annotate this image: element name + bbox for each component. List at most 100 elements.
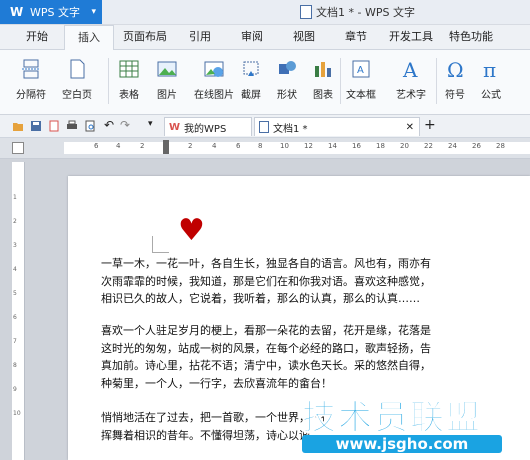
watermark: 技术员联盟 www.jsgho.com bbox=[302, 390, 514, 456]
svg-text:A: A bbox=[402, 58, 418, 80]
window-title-text: 文档1 * - WPS 文字 bbox=[316, 6, 415, 19]
ruler-tick: 2 bbox=[140, 142, 145, 150]
watermark-title: 技术员联盟 bbox=[302, 398, 482, 439]
page-break-label: 分隔符 bbox=[16, 90, 46, 101]
indent-marker[interactable] bbox=[163, 140, 169, 154]
print-icon[interactable] bbox=[66, 120, 78, 132]
new-tab-icon[interactable]: + bbox=[424, 117, 436, 133]
menu-tab-view[interactable]: 视图 bbox=[288, 25, 320, 49]
blank-page-label: 空白页 bbox=[62, 90, 92, 101]
document-icon bbox=[259, 121, 269, 133]
screenshot-icon bbox=[243, 61, 259, 76]
ruler-tick: 2 bbox=[188, 142, 193, 150]
wordart-label: 艺术字 bbox=[396, 90, 426, 101]
shapes-icon bbox=[279, 61, 296, 74]
vruler-tick: 2 bbox=[13, 218, 17, 225]
picture-label: 图片 bbox=[157, 90, 177, 101]
menu-tab-review[interactable]: 审阅 bbox=[236, 25, 268, 49]
screenshot-label: 截屏 bbox=[241, 90, 261, 101]
menu-tab-page-layout[interactable]: 页面布局 bbox=[120, 25, 170, 49]
symbol-button[interactable]: Ω 符号 bbox=[444, 50, 466, 114]
online-picture-label: 在线图片 bbox=[194, 90, 234, 101]
table-button[interactable]: 表格 bbox=[118, 50, 140, 114]
vertical-ruler[interactable]: 1 2 3 4 5 6 7 8 9 10 bbox=[12, 162, 25, 460]
vruler-tick: 7 bbox=[13, 338, 17, 345]
tab-label: 文档1 * bbox=[273, 123, 308, 135]
heart-icon[interactable]: ♥ bbox=[178, 216, 205, 246]
tab-stop-selector[interactable] bbox=[12, 142, 24, 154]
customize-arrow-icon[interactable]: ▾ bbox=[148, 119, 160, 131]
ribbon-divider bbox=[436, 58, 437, 104]
ribbon-divider bbox=[108, 58, 109, 104]
redo-icon[interactable]: ↷ bbox=[120, 118, 132, 132]
open-folder-icon[interactable] bbox=[12, 120, 24, 132]
shapes-button[interactable]: 形状 bbox=[276, 50, 298, 114]
close-icon[interactable]: ✕ bbox=[406, 122, 414, 133]
blank-page-icon bbox=[70, 59, 85, 79]
online-picture-button[interactable]: 在线图片 bbox=[194, 50, 234, 114]
menu-tab-references[interactable]: 引用 bbox=[184, 25, 216, 49]
tab-label: 我的WPS bbox=[184, 123, 227, 135]
text-line: 这时光的匆匆，站成一树的风景，在每个必经的路口，歌声轻扬，告 bbox=[101, 341, 431, 355]
wordart-icon: A bbox=[402, 58, 418, 80]
ruler-tick: 8 bbox=[258, 142, 263, 150]
ruler-tick: 6 bbox=[94, 142, 99, 150]
text-line: 相识已久的故人，它说着，我听着，那么的认真，那么的认真…… bbox=[101, 292, 420, 305]
menu-tab-developer[interactable]: 开发工具 bbox=[386, 25, 436, 49]
undo-icon[interactable]: ↶ bbox=[104, 118, 116, 132]
menu-tab-home[interactable]: 开始 bbox=[18, 25, 56, 49]
screenshot-button[interactable]: 截屏 bbox=[240, 50, 262, 114]
ribbon-insert: 分隔符 空白页 表格 图片 在线图片 截屏 形状 图表 A 文本框 A 艺术字 … bbox=[0, 50, 530, 115]
vruler-tick: 6 bbox=[13, 314, 17, 321]
ruler-tick: 12 bbox=[304, 142, 313, 150]
formula-button[interactable]: π 公式 bbox=[480, 50, 502, 114]
ruler-bar: 6 4 2 2 4 6 8 10 12 14 16 18 20 22 24 26… bbox=[0, 138, 530, 159]
menu-tab-chapter[interactable]: 章节 bbox=[340, 25, 372, 49]
vruler-tick: 9 bbox=[13, 386, 17, 393]
ribbon-divider bbox=[340, 58, 341, 104]
horizontal-ruler[interactable]: 6 4 2 2 4 6 8 10 12 14 16 18 20 22 24 26… bbox=[64, 140, 530, 154]
app-menu-button[interactable]: W WPS 文字 ▾ bbox=[0, 0, 102, 24]
symbol-icon: Ω bbox=[447, 58, 464, 80]
picture-icon bbox=[157, 61, 177, 77]
ruler-tick: 24 bbox=[448, 142, 457, 150]
svg-text:π: π bbox=[483, 58, 496, 80]
export-pdf-icon[interactable] bbox=[48, 120, 60, 132]
save-icon[interactable] bbox=[30, 120, 42, 132]
textbox-button[interactable]: A 文本框 bbox=[346, 50, 376, 114]
print-preview-icon[interactable] bbox=[84, 120, 96, 132]
formula-icon: π bbox=[483, 58, 496, 80]
ruler-tick: 4 bbox=[116, 142, 121, 150]
wordart-button[interactable]: A 艺术字 bbox=[396, 50, 426, 114]
vruler-tick: 4 bbox=[13, 266, 17, 273]
ruler-tick: 26 bbox=[472, 142, 481, 150]
text-line: 次雨霏霏的时候，我知道，那是它们在和你我对语。喜欢这种感觉， bbox=[101, 274, 431, 288]
ruler-tick: 4 bbox=[212, 142, 217, 150]
vruler-tick: 3 bbox=[13, 242, 17, 249]
window-title: 文档1 * - WPS 文字 bbox=[300, 0, 415, 24]
menu-tab-features[interactable]: 特色功能 bbox=[446, 25, 496, 49]
ruler-tick: 6 bbox=[236, 142, 241, 150]
tab-my-wps[interactable]: W 我的WPS bbox=[164, 117, 252, 136]
chart-button[interactable]: 图表 bbox=[312, 50, 334, 114]
vruler-tick: 5 bbox=[13, 290, 17, 297]
wps-home-icon: W bbox=[169, 121, 181, 133]
picture-button[interactable]: 图片 bbox=[156, 50, 178, 114]
symbol-label: 符号 bbox=[445, 90, 465, 101]
ruler-tick: 22 bbox=[424, 142, 433, 150]
paragraph-1[interactable]: 一草一木，一花一叶，各自生长，独显各自的语言。风也有，雨亦有 次雨霏霏的时候，我… bbox=[101, 255, 456, 308]
ruler-tick: 28 bbox=[496, 142, 505, 150]
table-icon bbox=[119, 60, 139, 78]
table-label: 表格 bbox=[119, 90, 139, 101]
menu-tab-insert[interactable]: 插入 bbox=[64, 25, 114, 51]
svg-text:Ω: Ω bbox=[447, 58, 464, 80]
shapes-label: 形状 bbox=[277, 90, 297, 101]
page-break-button[interactable]: 分隔符 bbox=[16, 50, 46, 114]
vruler-tick: 1 bbox=[13, 194, 17, 201]
app-name: WPS 文字 bbox=[30, 6, 80, 19]
blank-page-button[interactable]: 空白页 bbox=[62, 50, 92, 114]
tab-document[interactable]: 文档1 * ✕ bbox=[254, 117, 420, 136]
paragraph-2[interactable]: 喜欢一个人驻足岁月的梗上，看那一朵花的去留，花开是缘，花落是 这时光的匆匆，站成… bbox=[101, 322, 456, 392]
text-line: 一草一木，一花一叶，各自生长，独显各自的语言。风也有，雨亦有 bbox=[101, 257, 431, 270]
margin-corner-marker bbox=[152, 236, 169, 253]
